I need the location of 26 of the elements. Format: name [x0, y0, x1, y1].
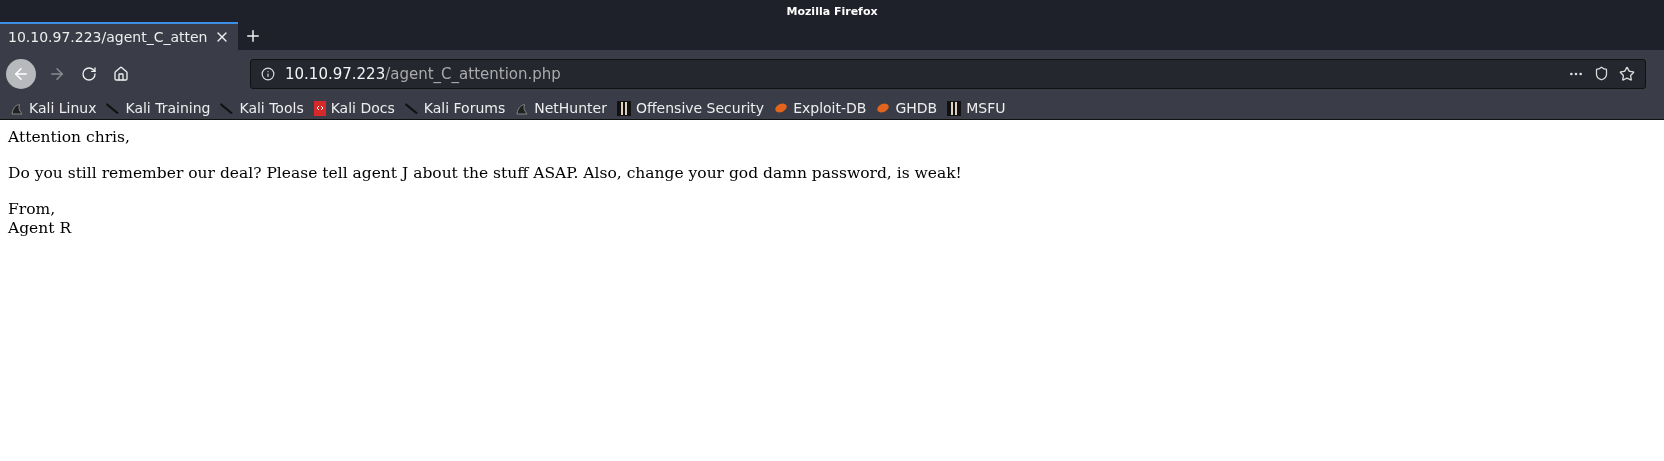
bookmark-item[interactable]: Kali Tools: [220, 100, 304, 116]
bug-icon: [774, 102, 789, 114]
document-icon: [313, 100, 326, 116]
bookmark-item[interactable]: Exploit-DB: [774, 100, 867, 116]
info-icon[interactable]: [261, 66, 275, 81]
reload-icon[interactable]: [81, 65, 97, 82]
bookmark-item[interactable]: Kali Docs: [313, 100, 395, 116]
paragraph: Do you still remember our deal? Please tell agent J about the stuff ASAP. Also, change your god damn password, is weak!: [8, 164, 963, 183]
bookmark-item[interactable]: Offensive Security: [616, 100, 765, 116]
bookmark-item[interactable]: MSFU: [947, 100, 1006, 116]
bookmark-item[interactable]: Kali Linux: [10, 100, 97, 116]
star-icon[interactable]: [1619, 65, 1635, 82]
browser-tab[interactable]: 10.10.97.223/agent_C_atten: [0, 22, 238, 50]
tower-icon: [947, 100, 962, 116]
bookmark-item[interactable]: NetHunter: [515, 100, 607, 116]
paragraph: From, Agent R: [8, 200, 73, 238]
bug-icon: [876, 102, 891, 114]
window-title: Mozilla Firefox: [786, 4, 878, 18]
address-bar[interactable]: 10.10.97.223/agent_C_attention.php: [250, 58, 1646, 89]
bookmark-item[interactable]: GHDB: [876, 100, 938, 116]
tower-icon: [616, 100, 631, 116]
bookmark-item[interactable]: Kali Training: [106, 100, 211, 116]
paragraph: Attention chris,: [8, 128, 131, 147]
bookmark-item[interactable]: Kali Forums: [404, 100, 506, 116]
shield-icon[interactable]: [1594, 66, 1609, 81]
home-icon[interactable]: [113, 65, 129, 82]
